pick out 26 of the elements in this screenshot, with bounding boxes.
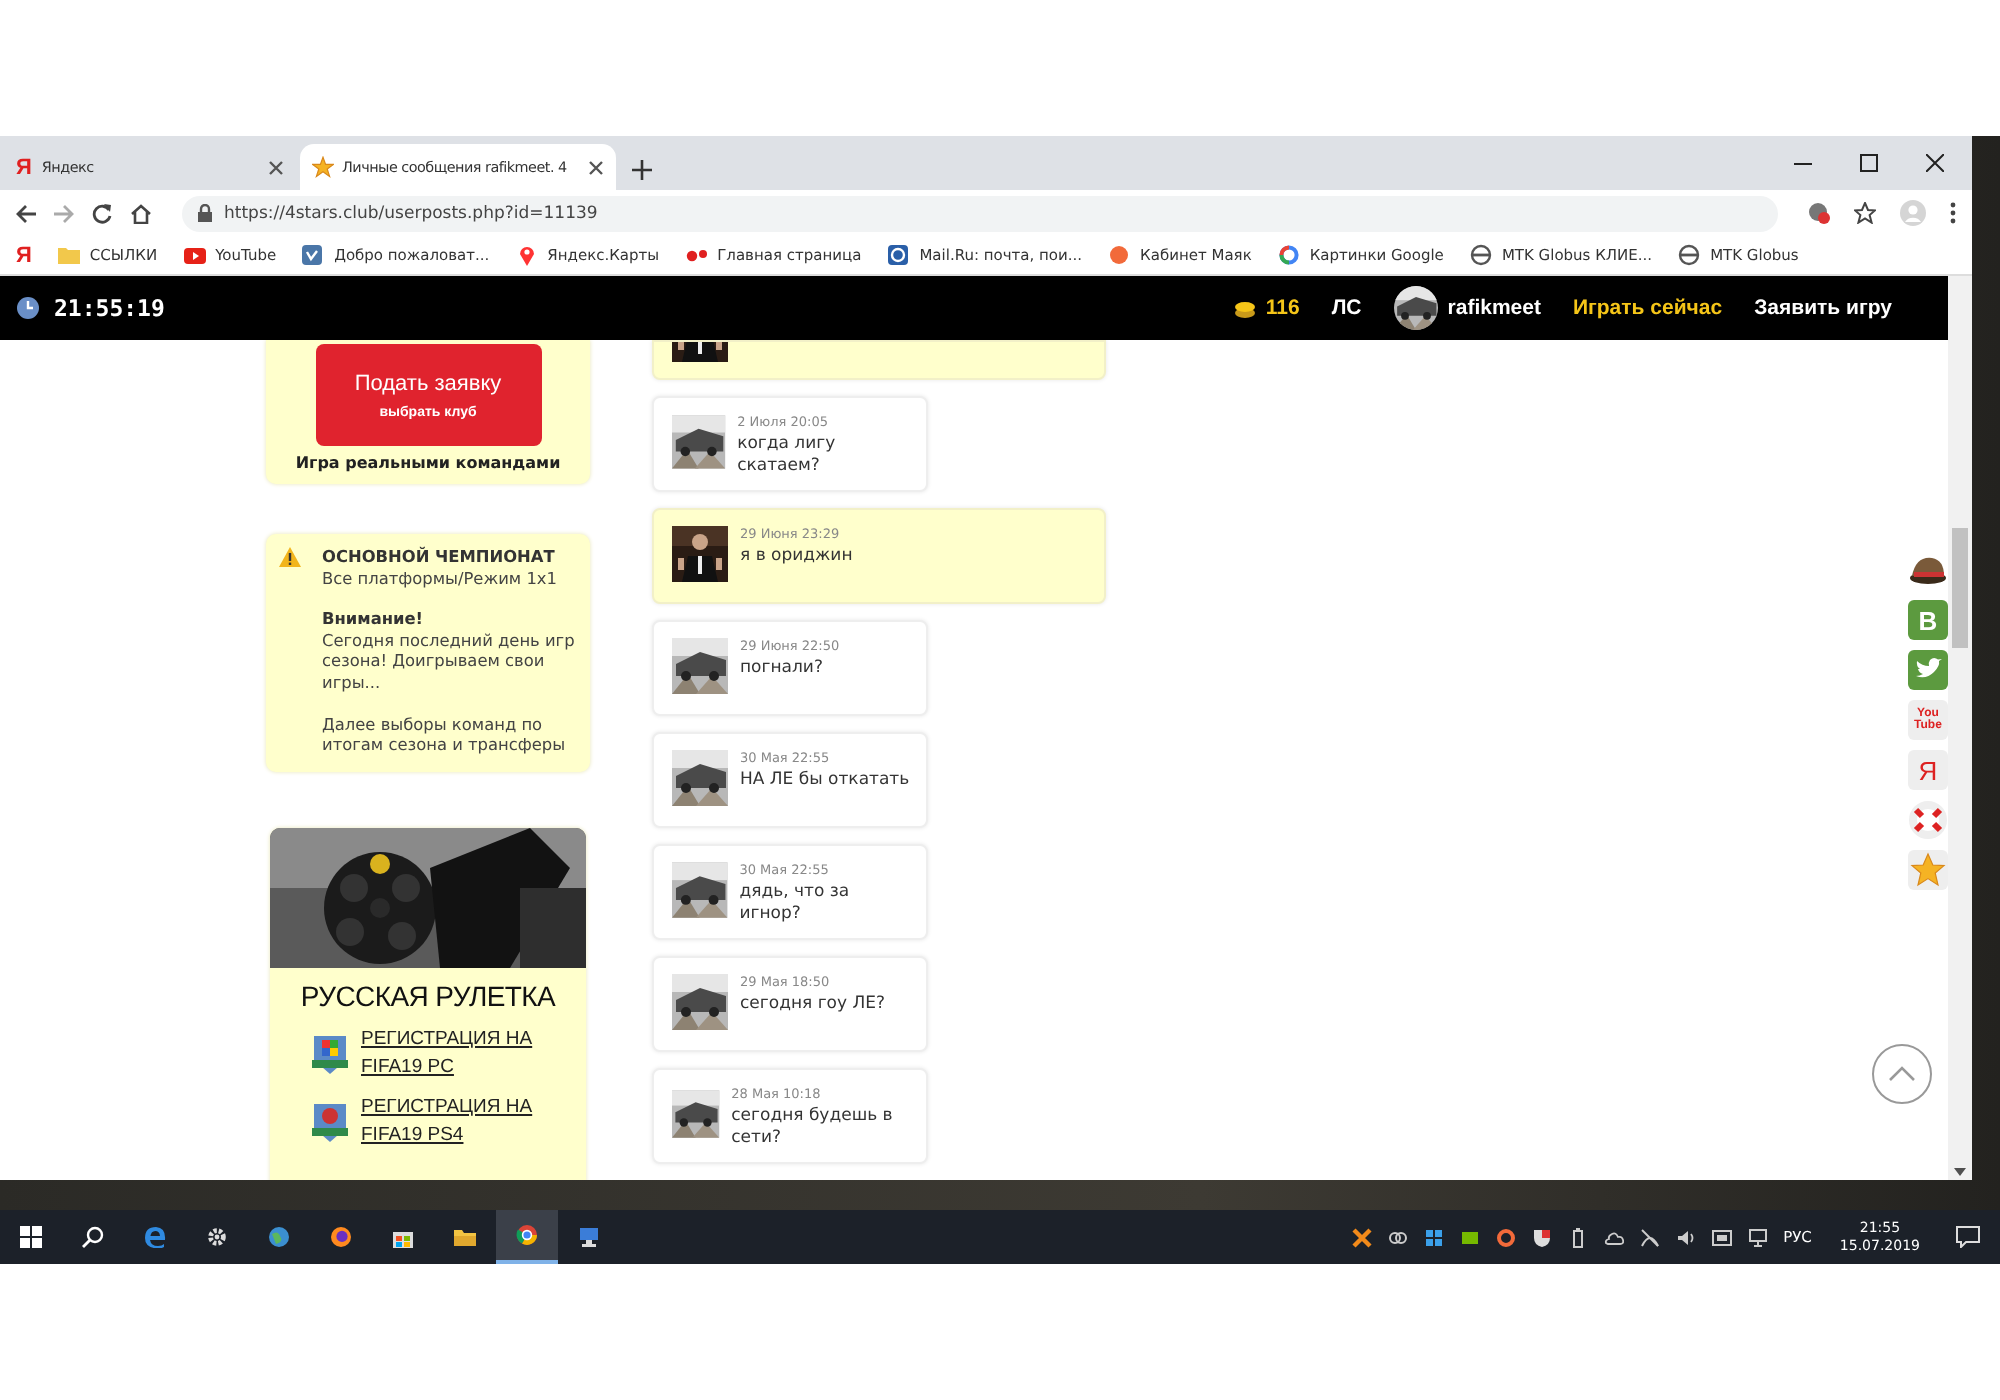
nav-link[interactable]: Заявить игру <box>1754 296 1892 320</box>
message-text: погнали? <box>740 658 825 680</box>
notice-heading: Внимание! <box>322 608 426 630</box>
registration-link[interactable]: РЕГИСТРАЦИЯ НА FIFA19 PS4 <box>361 1093 545 1150</box>
notice-title: ОСНОВНОЙ ЧЕМПИОНАТ <box>322 546 557 568</box>
message-text: я в ориджин <box>740 546 853 568</box>
notice-text: Далее выборы команд по итогам сезона и трансферы <box>322 713 568 756</box>
coin-count: 116 <box>1265 296 1300 320</box>
letter-icon: Я <box>16 155 32 179</box>
nav-link[interactable]: Играть сейчас <box>1572 296 1723 320</box>
share-button[interactable]: Я <box>1908 750 1948 790</box>
message-text: когда лигу скатаем? <box>737 434 838 478</box>
message-text: сегодня гоу ЛЕ? <box>740 994 885 1016</box>
messages-link[interactable]: ЛС <box>1331 296 1362 320</box>
message-text: дядь, что за игнор? <box>739 882 852 926</box>
address-field[interactable]: https://4stars.club/userposts.php?id=11139 <box>182 195 1778 231</box>
registration-link[interactable]: РЕГИСТРАЦИЯ НА FIFA19 PC <box>361 1025 545 1082</box>
promo-title: РУССКАЯ РУЛЕТКА <box>300 979 556 1012</box>
clock-time: 21:55:19 <box>54 294 165 322</box>
username-link[interactable]: rafikmeet <box>1447 296 1541 320</box>
notice-text: Сегодня последний день игр сезона! Доигрываем свои игры... <box>322 629 577 694</box>
bookmark[interactable]: Я <box>16 243 32 267</box>
message-text: НА ЛЕ бы откатать <box>740 770 910 792</box>
card-caption: Игра реальными командами <box>295 454 561 472</box>
notice-subtitle: Все платформы/Режим 1x1 <box>322 567 559 589</box>
message-text: сегодня будешь в сети? <box>731 1106 895 1150</box>
